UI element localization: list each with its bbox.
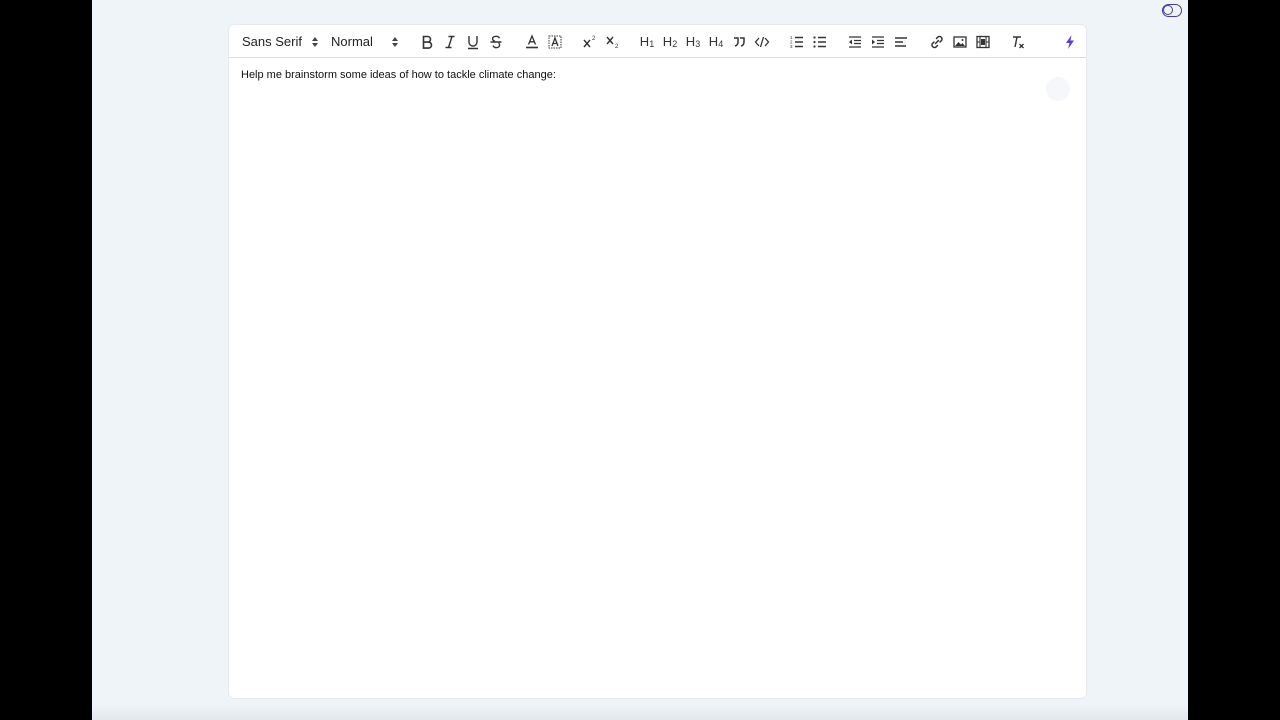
image-icon [953,35,967,48]
strikethrough-button[interactable] [487,32,505,51]
bullet-list-button[interactable] [811,32,829,51]
ordered-list-button[interactable]: 123 [788,32,806,51]
header-1-button[interactable]: H1 [638,32,656,51]
subscript-icon: 2 [606,36,619,50]
indent-button[interactable] [869,32,887,51]
ai-assist-button[interactable] [1061,32,1079,51]
align-button[interactable] [892,32,910,51]
bold-icon [422,35,433,49]
font-size-picker[interactable]: Normal [331,32,399,51]
header-2-button[interactable]: H2 [661,32,679,51]
superscript-icon: 2 [583,36,596,47]
updown-caret-icon [312,36,318,47]
quote-icon [734,36,745,47]
underline-icon [468,35,478,49]
font-family-label: Sans Serif [242,34,302,49]
strikethrough-icon [490,35,502,48]
editor-paragraph: Help me brainstorm some ideas of how to … [241,69,556,81]
text-color-icon [526,33,538,48]
font-family-picker[interactable]: Sans Serif [242,32,319,51]
svg-text:3: 3 [790,44,793,49]
svg-text:2: 2 [592,36,596,42]
lightning-bolt-icon [1066,34,1074,49]
align-left-icon [895,36,907,47]
italic-icon [445,35,455,48]
underline-button[interactable] [464,32,482,51]
indent-icon [872,35,884,48]
superscript-button[interactable]: 2 [581,32,599,51]
floating-assistant-icon [1046,77,1070,101]
bottom-shade [92,704,1188,720]
outdent-button[interactable] [846,32,864,51]
clear-formatting-button[interactable] [1009,32,1027,51]
svg-text:2: 2 [615,44,619,50]
link-icon [931,35,943,48]
outdent-icon [849,35,861,48]
header-4-icon: H4 [708,34,724,49]
header-2-icon: H2 [662,34,678,49]
link-button[interactable] [928,32,946,51]
clear-formatting-icon [1013,35,1024,48]
rich-text-editor: Sans Serif Normal 2 2 H1 H2 H3 H4 1 2 3 … [228,24,1087,699]
italic-button[interactable] [441,32,459,51]
font-size-label: Normal [331,34,373,49]
background-color-icon [548,35,562,48]
image-button[interactable] [951,32,969,51]
subscript-button[interactable]: 2 [604,32,622,51]
video-button[interactable] [974,32,992,51]
header-4-button[interactable]: H4 [707,32,725,51]
text-color-button[interactable] [523,32,541,51]
app-stage: Sans Serif Normal 2 2 H1 H2 H3 H4 1 2 3 … [92,0,1188,720]
theme-toggle-icon[interactable] [1162,4,1182,17]
blockquote-button[interactable] [730,32,748,51]
code-icon [754,36,770,47]
bold-button[interactable] [418,32,436,51]
header-1-icon: H1 [639,34,655,49]
editor-toolbar: Sans Serif Normal 2 2 H1 H2 H3 H4 1 2 3 [229,25,1086,58]
background-color-button[interactable] [546,32,564,51]
updown-caret-icon [392,36,398,47]
bullet-list-icon [813,35,826,48]
code-block-button[interactable] [753,32,771,51]
header-3-button[interactable]: H3 [684,32,702,51]
video-icon [976,35,990,48]
ordered-list-icon: 123 [790,35,803,49]
editor-content[interactable]: Help me brainstorm some ideas of how to … [241,69,1074,81]
header-3-icon: H3 [685,34,701,49]
